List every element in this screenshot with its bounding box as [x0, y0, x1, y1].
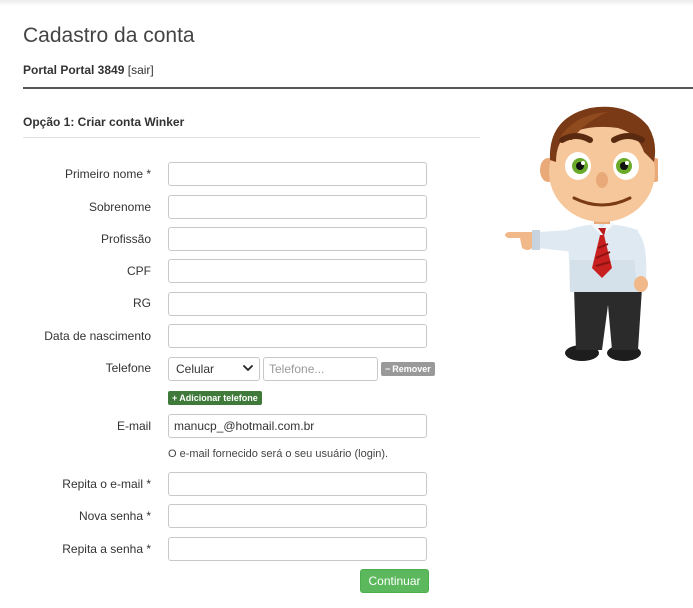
phone-type-value: Celular	[176, 362, 215, 376]
minus-icon: −	[385, 364, 391, 374]
first-name-label: Primeiro nome *	[64, 167, 151, 181]
add-phone-label: Adicionar telefone	[179, 393, 258, 403]
add-phone-button[interactable]: + Adicionar telefone	[168, 391, 262, 405]
last-name-input[interactable]	[168, 195, 427, 219]
last-name-label: Sobrenome	[88, 200, 151, 214]
email-input[interactable]	[168, 414, 427, 438]
first-name-input[interactable]	[168, 162, 427, 186]
plus-icon: +	[172, 393, 178, 403]
account-name: Portal Portal 3849	[23, 63, 125, 77]
new-password-label: Nova senha *	[78, 509, 151, 523]
top-shadow	[0, 0, 693, 6]
password-repeat-label: Repita a senha *	[62, 542, 151, 556]
email-help-text: O e-mail fornecido será o seu usuário (l…	[168, 448, 389, 460]
header-divider	[23, 87, 693, 89]
rg-label: RG	[133, 296, 151, 310]
continue-button[interactable]: Continuar	[360, 569, 429, 593]
section-divider	[23, 137, 480, 138]
section-title: Opção 1: Criar conta Winker	[23, 115, 185, 129]
birth-date-input[interactable]	[168, 324, 427, 348]
rg-input[interactable]	[168, 292, 427, 316]
mascot-illustration	[505, 106, 658, 361]
profession-input[interactable]	[168, 227, 427, 251]
phone-input[interactable]	[263, 357, 378, 381]
page-title: Cadastro da conta	[23, 24, 195, 47]
birth-date-label: Data de nascimento	[44, 329, 151, 343]
cpf-label: CPF	[127, 264, 151, 278]
phone-type-select[interactable]: Celular	[168, 357, 260, 381]
cpf-input[interactable]	[168, 259, 427, 283]
remove-phone-button[interactable]: − Remover	[381, 362, 435, 376]
logout-link[interactable]: [sair]	[128, 63, 154, 77]
new-password-input[interactable]	[168, 504, 427, 528]
email-label: E-mail	[116, 419, 151, 433]
chevron-down-icon	[243, 365, 253, 371]
email-repeat-input[interactable]	[168, 472, 427, 496]
profession-label: Profissão	[100, 232, 151, 246]
remove-phone-label: Remover	[392, 364, 431, 374]
password-repeat-input[interactable]	[168, 537, 427, 561]
email-repeat-label: Repita o e-mail *	[62, 477, 151, 491]
account-line: Portal Portal 3849 [sair]	[23, 63, 154, 77]
phone-label: Telefone	[105, 361, 151, 375]
